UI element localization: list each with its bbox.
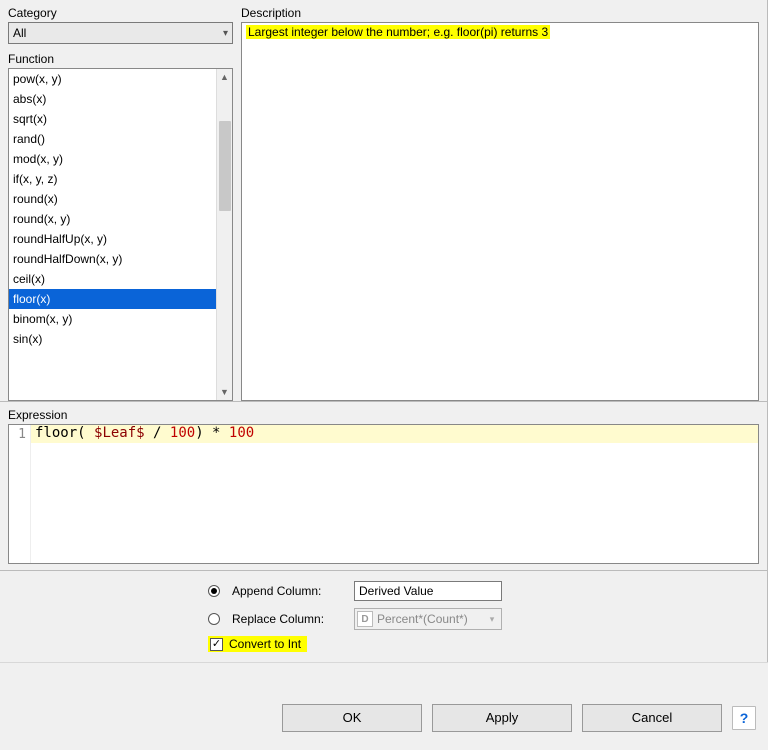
chevron-down-icon: ▾: [483, 609, 501, 629]
datatype-icon: D: [357, 611, 373, 627]
list-item[interactable]: abs(x): [9, 89, 216, 109]
function-label: Function: [8, 50, 233, 68]
expression-editor[interactable]: 1 floor( $Leaf$ / 100) * 100: [8, 424, 759, 564]
expression-gutter: 1: [9, 425, 31, 563]
list-item[interactable]: mod(x, y): [9, 149, 216, 169]
list-item[interactable]: sqrt(x): [9, 109, 216, 129]
list-item[interactable]: roundHalfUp(x, y): [9, 229, 216, 249]
list-item[interactable]: ceil(x): [9, 269, 216, 289]
description-box: Largest integer below the number; e.g. f…: [241, 22, 759, 401]
chevron-down-icon: ▾: [223, 28, 228, 39]
description-text: Largest integer below the number; e.g. f…: [246, 25, 550, 39]
list-item[interactable]: floor(x): [9, 289, 216, 309]
list-item[interactable]: rand(): [9, 129, 216, 149]
replace-column-value: Percent*(Count*): [377, 612, 468, 626]
tok-open: (: [77, 425, 94, 441]
replace-column-select: D Percent*(Count*) ▾: [354, 608, 502, 630]
tok-var: $Leaf$: [94, 425, 145, 441]
list-item[interactable]: sin(x): [9, 329, 216, 349]
append-radio[interactable]: [208, 585, 220, 597]
list-item[interactable]: pow(x, y): [9, 69, 216, 89]
list-item[interactable]: if(x, y, z): [9, 169, 216, 189]
tok-num1: 100: [170, 425, 195, 441]
scrollbar[interactable]: ▲ ▼: [216, 69, 232, 400]
replace-label: Replace Column:: [232, 612, 342, 626]
cancel-button[interactable]: Cancel: [582, 704, 722, 732]
list-item[interactable]: binom(x, y): [9, 309, 216, 329]
category-select[interactable]: All ▾: [8, 22, 233, 44]
list-item[interactable]: roundHalfDown(x, y): [9, 249, 216, 269]
scroll-up-icon[interactable]: ▲: [217, 69, 232, 85]
apply-button[interactable]: Apply: [432, 704, 572, 732]
list-item[interactable]: round(x, y): [9, 209, 216, 229]
append-column-input[interactable]: Derived Value: [354, 581, 502, 601]
function-listbox[interactable]: pow(x, y)abs(x)sqrt(x)rand()mod(x, y)if(…: [8, 68, 233, 401]
ok-button[interactable]: OK: [282, 704, 422, 732]
category-select-value: All: [13, 26, 26, 40]
scroll-down-icon[interactable]: ▼: [217, 384, 232, 400]
tok-mul: *: [212, 425, 229, 441]
tok-div: /: [145, 425, 170, 441]
convert-to-int-label: Convert to Int: [229, 637, 301, 651]
category-label: Category: [8, 4, 233, 22]
help-button[interactable]: ?: [732, 706, 756, 730]
tok-close: ): [195, 425, 212, 441]
replace-radio[interactable]: [208, 613, 220, 625]
expression-label: Expression: [8, 406, 759, 424]
description-label: Description: [241, 4, 759, 22]
list-item[interactable]: round(x): [9, 189, 216, 209]
tok-num2: 100: [229, 425, 254, 441]
expression-line[interactable]: floor( $Leaf$ / 100) * 100: [31, 425, 758, 443]
convert-to-int-checkbox[interactable]: ✓: [210, 638, 223, 651]
append-label: Append Column:: [232, 584, 342, 598]
scroll-thumb[interactable]: [219, 121, 231, 211]
tok-fn: floor: [35, 425, 77, 441]
